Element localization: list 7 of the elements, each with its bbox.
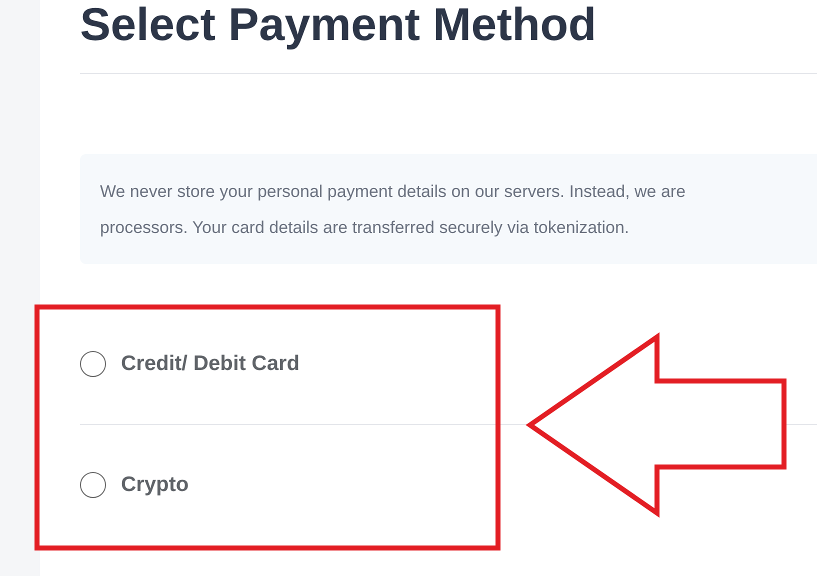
radio-button[interactable] xyxy=(80,472,106,498)
notice-text: processors. Your card details are transferred securely via tokenization. xyxy=(100,217,630,239)
option-label[interactable]: Credit/ Debit Card xyxy=(121,352,300,376)
option-label[interactable]: Crypto xyxy=(121,473,189,497)
page-title: Select Payment Method xyxy=(80,0,598,52)
notice-text: We never store your personal payment details on our servers. Instead, we are xyxy=(100,181,686,203)
radio-button[interactable] xyxy=(80,351,106,377)
